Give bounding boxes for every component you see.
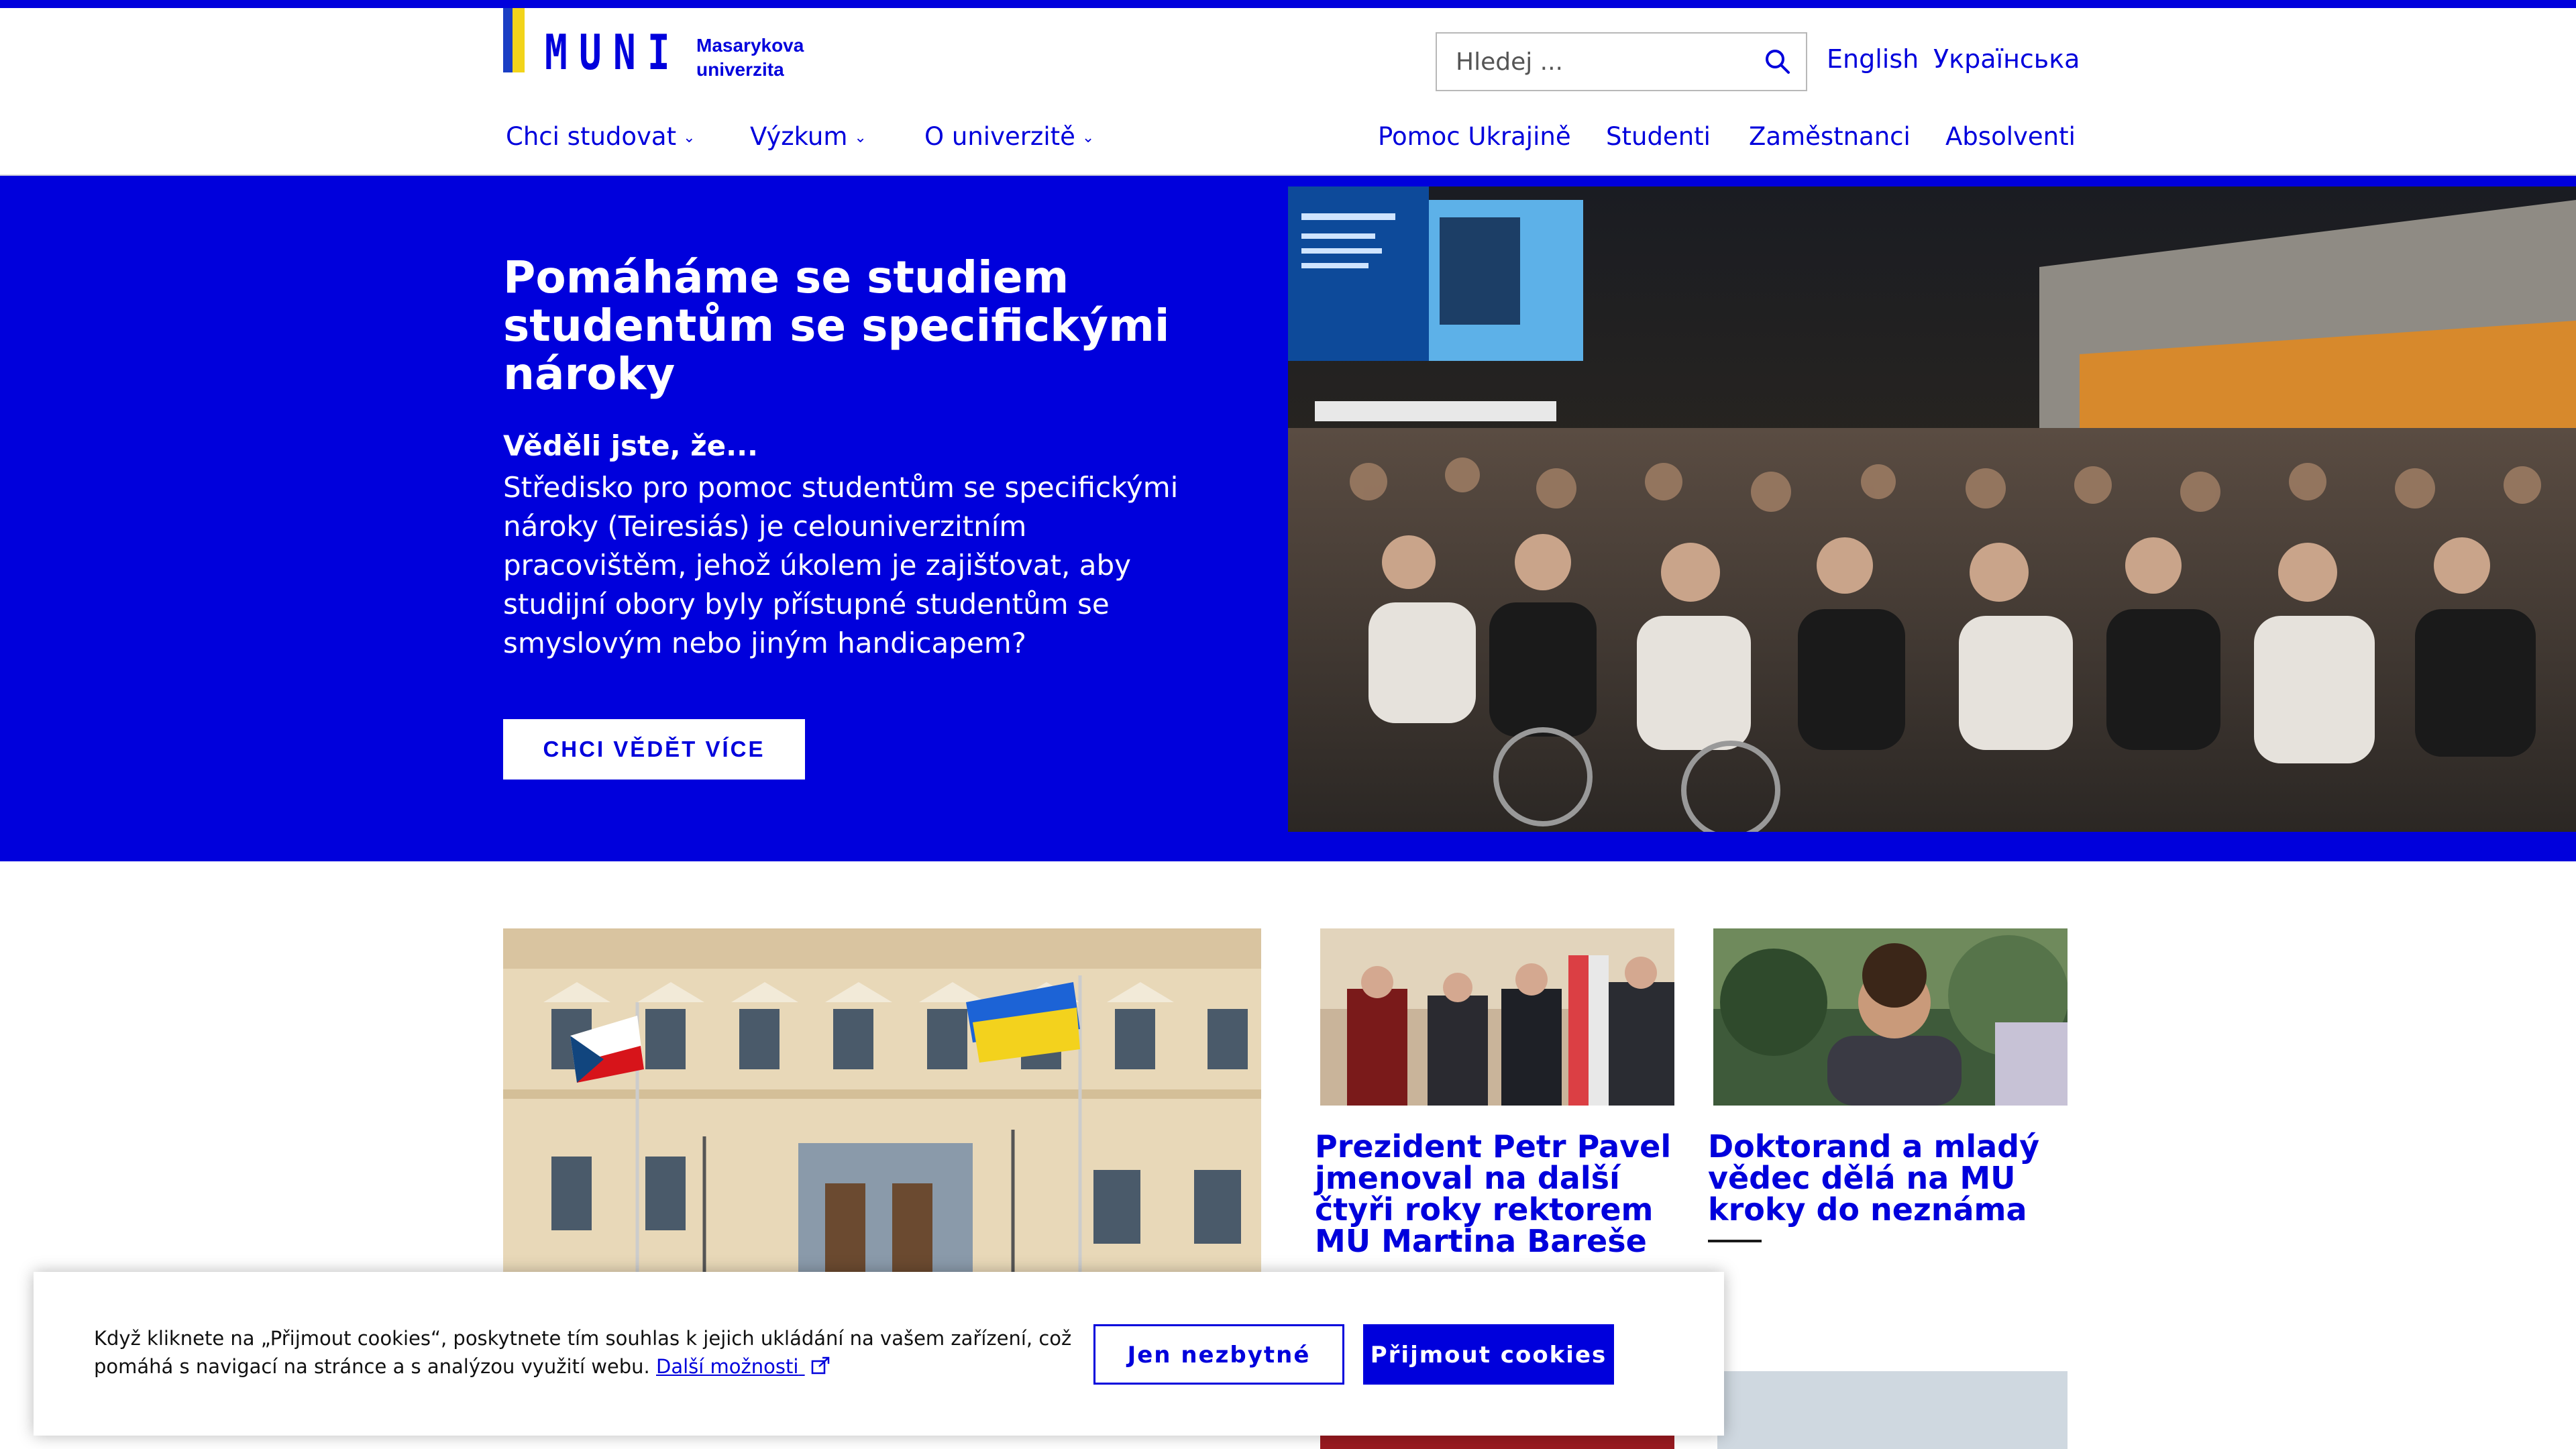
nav-chci-studovat[interactable]: Chci studovat ⌄	[506, 122, 696, 151]
lang-ukrainian-link[interactable]: Українська	[1933, 44, 2080, 74]
cookie-text: Když kliknete na „Přijmout cookies“, pos…	[94, 1324, 1107, 1381]
news-title-portrait[interactable]: Doktorand a mladý vědec dělá na MU kroky…	[1708, 1131, 2070, 1226]
hero-text: Středisko pro pomoc studentům se specifi…	[503, 471, 1179, 659]
hero-more-button[interactable]: CHCI VĚDĚT VÍCE	[503, 719, 805, 780]
nav-chci-studovat-label: Chci studovat	[506, 122, 677, 151]
news-thumb-lower-right[interactable]	[1717, 1371, 2068, 1449]
hero-conference-photo[interactable]	[1288, 186, 2576, 832]
chevron-down-icon: ⌄	[854, 129, 867, 146]
news-thumb-portrait[interactable]	[1713, 928, 2068, 1106]
nav-absolventi[interactable]: Absolventi	[1945, 122, 2076, 151]
external-link-icon	[811, 1356, 829, 1375]
hero-subtitle: Věděli jste, že...	[503, 429, 758, 462]
news-title-inauguration[interactable]: Prezident Petr Pavel jmenoval na další č…	[1315, 1131, 1690, 1257]
nav-o-univerzite-label: O univerzitě	[924, 122, 1075, 151]
search-input[interactable]	[1437, 34, 1759, 90]
search-button[interactable]	[1763, 47, 1792, 76]
hero-title: Pomáháme se studiem studentům se specifi…	[503, 252, 1170, 400]
logo-university-name: Masarykova univerzita	[696, 34, 804, 82]
search-icon	[1766, 50, 1790, 74]
nav-vyzkum[interactable]: Výzkum ⌄	[750, 122, 867, 151]
nav-zamestnanci[interactable]: Zaměstnanci	[1749, 122, 1911, 151]
logo-name-line2: univerzita	[696, 59, 784, 80]
news-divider	[1708, 1240, 1762, 1242]
muni-logo[interactable]: MUNI Masarykova univerzita	[503, 8, 825, 80]
chevron-down-icon: ⌄	[683, 129, 696, 146]
main-news-image[interactable]	[503, 928, 1261, 1277]
cookie-more-options-link[interactable]: Další možnosti	[656, 1355, 830, 1378]
lang-english-link[interactable]: English	[1827, 44, 1919, 74]
news-thumb-inauguration[interactable]	[1320, 928, 1674, 1106]
cookie-message: Když kliknete na „Přijmout cookies“, pos…	[94, 1327, 1072, 1378]
cookie-link-label: Další možnosti	[656, 1355, 799, 1378]
chevron-down-icon: ⌄	[1081, 129, 1095, 146]
search-box	[1436, 32, 1807, 91]
nav-vyzkum-label: Výzkum	[750, 122, 848, 151]
logo-flag-yellow-stripe	[513, 8, 525, 72]
nav-pomoc-ukrajine[interactable]: Pomoc Ukrajině	[1378, 122, 1571, 151]
cookie-banner: Když kliknete na „Přijmout cookies“, pos…	[34, 1272, 1724, 1436]
nav-o-univerzite[interactable]: O univerzitě ⌄	[924, 122, 1094, 151]
nav-studenti[interactable]: Studenti	[1606, 122, 1711, 151]
cookie-essential-button[interactable]: Jen nezbytné	[1093, 1324, 1344, 1385]
logo-wordmark: MUNI	[545, 24, 682, 80]
cookie-accept-button[interactable]: Přijmout cookies	[1363, 1324, 1614, 1385]
logo-name-line1: Masarykova	[696, 35, 804, 56]
logo-flag-blue-stripe	[503, 8, 513, 72]
top-accent-bar	[0, 0, 2576, 8]
